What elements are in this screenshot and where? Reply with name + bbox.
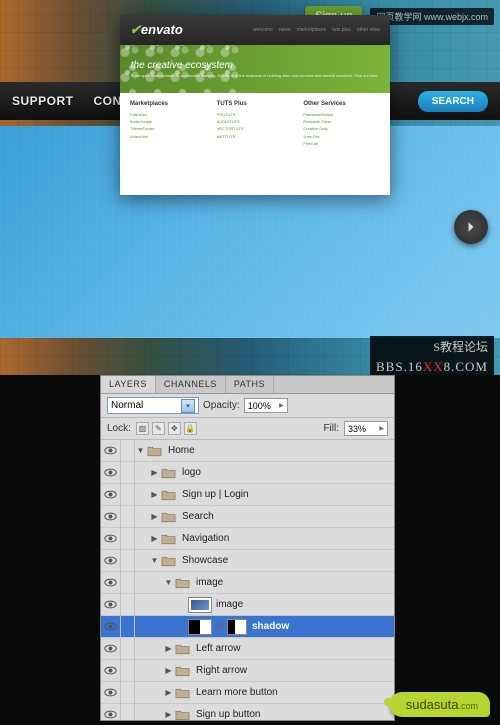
chevron-down-icon: ▾ bbox=[181, 399, 195, 413]
folder-icon bbox=[174, 686, 191, 699]
triangle-right-icon[interactable]: ▶ bbox=[163, 666, 174, 675]
layer-row[interactable]: ▼ image bbox=[101, 572, 394, 594]
visibility-eye-icon[interactable] bbox=[101, 528, 121, 550]
layer-row[interactable]: ▼ Home bbox=[101, 440, 394, 462]
visibility-eye-icon[interactable] bbox=[101, 550, 121, 572]
layer-row[interactable]: ▶ Right arrow bbox=[101, 660, 394, 682]
nav-support[interactable]: SUPPORT bbox=[12, 94, 74, 108]
folder-icon bbox=[160, 510, 177, 523]
triangle-down-icon[interactable]: ▼ bbox=[135, 446, 146, 455]
layer-name: Home bbox=[168, 445, 195, 456]
layer-name: shadow bbox=[252, 621, 289, 632]
visibility-eye-icon[interactable] bbox=[101, 660, 121, 682]
lock-move-icon[interactable]: ✥ bbox=[168, 422, 181, 435]
blend-mode-select[interactable]: Normal▾ bbox=[107, 397, 199, 414]
layer-row[interactable]: ▼ Showcase bbox=[101, 550, 394, 572]
folder-icon bbox=[160, 488, 177, 501]
layer-name: Sign up | Login bbox=[182, 489, 249, 500]
folder-icon bbox=[174, 664, 191, 677]
next-arrow-button[interactable] bbox=[454, 210, 488, 244]
chevron-right-icon bbox=[465, 221, 477, 233]
fill-label: Fill: bbox=[323, 423, 339, 434]
folder-icon bbox=[160, 466, 177, 479]
triangle-right-icon[interactable]: ▶ bbox=[163, 644, 174, 653]
triangle-down-icon[interactable]: ▼ bbox=[149, 556, 160, 565]
layer-thumb bbox=[188, 619, 212, 635]
layer-name: Left arrow bbox=[196, 643, 240, 654]
layer-name: Search bbox=[182, 511, 214, 522]
preview-card: ✔envato welcomenewsmarketplacestuts plus… bbox=[120, 15, 390, 195]
folder-icon bbox=[160, 554, 177, 567]
lock-label: Lock: bbox=[107, 423, 131, 434]
lock-brush-icon[interactable]: ✎ bbox=[152, 422, 165, 435]
visibility-eye-icon[interactable] bbox=[101, 638, 121, 660]
folder-icon bbox=[174, 642, 191, 655]
folder-icon bbox=[174, 708, 191, 720]
layer-row[interactable]: image bbox=[101, 594, 394, 616]
visibility-eye-icon[interactable] bbox=[101, 682, 121, 704]
layers-panel: LAYERS CHANNELS PATHS Normal▾ Opacity: 1… bbox=[100, 375, 395, 721]
triangle-right-icon[interactable]: ▶ bbox=[163, 710, 174, 719]
opacity-input[interactable]: 100%▶ bbox=[244, 398, 288, 413]
lock-all-icon[interactable]: 🔒 bbox=[184, 422, 197, 435]
layer-name: Showcase bbox=[182, 555, 228, 566]
triangle-right-icon[interactable]: ▶ bbox=[149, 490, 160, 499]
fill-input[interactable]: 33%▶ bbox=[344, 421, 388, 436]
opacity-label: Opacity: bbox=[203, 400, 240, 411]
visibility-eye-icon[interactable] bbox=[101, 462, 121, 484]
triangle-down-icon[interactable]: ▼ bbox=[163, 578, 174, 587]
layer-name: logo bbox=[182, 467, 201, 478]
hero-subtitle: From open marketplaces to community lear… bbox=[131, 73, 378, 78]
layer-row[interactable]: ▶ Sign up | Login bbox=[101, 484, 394, 506]
triangle-right-icon[interactable]: ▶ bbox=[149, 534, 160, 543]
preview-logo: ✔envato bbox=[130, 22, 183, 38]
layer-row[interactable]: ▶ Search bbox=[101, 506, 394, 528]
visibility-eye-icon[interactable] bbox=[101, 440, 121, 462]
sudasuta-watermark: sudasuta.com bbox=[390, 692, 490, 717]
layer-row[interactable]: ▶ Left arrow bbox=[101, 638, 394, 660]
visibility-eye-icon[interactable] bbox=[101, 704, 121, 721]
layer-name: image bbox=[196, 577, 223, 588]
layer-name: Sign up button bbox=[196, 709, 261, 720]
layer-row[interactable]: ⛓ shadow bbox=[101, 616, 394, 638]
triangle-right-icon[interactable]: ▶ bbox=[149, 512, 160, 521]
tab-layers[interactable]: LAYERS bbox=[101, 376, 156, 393]
layer-row[interactable]: ▶ logo bbox=[101, 462, 394, 484]
visibility-eye-icon[interactable] bbox=[101, 594, 121, 616]
layer-name: Learn more button bbox=[196, 687, 278, 698]
layer-mask-thumb bbox=[227, 619, 247, 635]
layer-name: Right arrow bbox=[196, 665, 247, 676]
hero-title: the creative ecosystem bbox=[131, 60, 233, 71]
tab-channels[interactable]: CHANNELS bbox=[156, 376, 226, 393]
layer-row[interactable]: ▶ Learn more button bbox=[101, 682, 394, 704]
link-icon: ⛓ bbox=[216, 619, 224, 635]
preview-nav: welcomenewsmarketplacestuts plusother si… bbox=[253, 27, 380, 33]
layer-name: image bbox=[216, 599, 243, 610]
layer-row[interactable]: ▶ Sign up button bbox=[101, 704, 394, 720]
search-button[interactable]: SEARCH bbox=[418, 91, 488, 112]
visibility-eye-icon[interactable] bbox=[101, 572, 121, 594]
visibility-eye-icon[interactable] bbox=[101, 616, 121, 638]
visibility-eye-icon[interactable] bbox=[101, 506, 121, 528]
layer-name: Navigation bbox=[182, 533, 229, 544]
folder-icon bbox=[174, 576, 191, 589]
triangle-right-icon[interactable]: ▶ bbox=[163, 688, 174, 697]
forum-watermark: S教程论坛 BBS.16XX8.COM bbox=[370, 336, 494, 375]
lock-transparency-icon[interactable]: ▨ bbox=[136, 422, 149, 435]
visibility-eye-icon[interactable] bbox=[101, 484, 121, 506]
layer-thumb bbox=[188, 597, 212, 613]
folder-icon bbox=[146, 444, 163, 457]
folder-icon bbox=[160, 532, 177, 545]
layer-row[interactable]: ▶ Navigation bbox=[101, 528, 394, 550]
tab-paths[interactable]: PATHS bbox=[226, 376, 274, 393]
triangle-right-icon[interactable]: ▶ bbox=[149, 468, 160, 477]
